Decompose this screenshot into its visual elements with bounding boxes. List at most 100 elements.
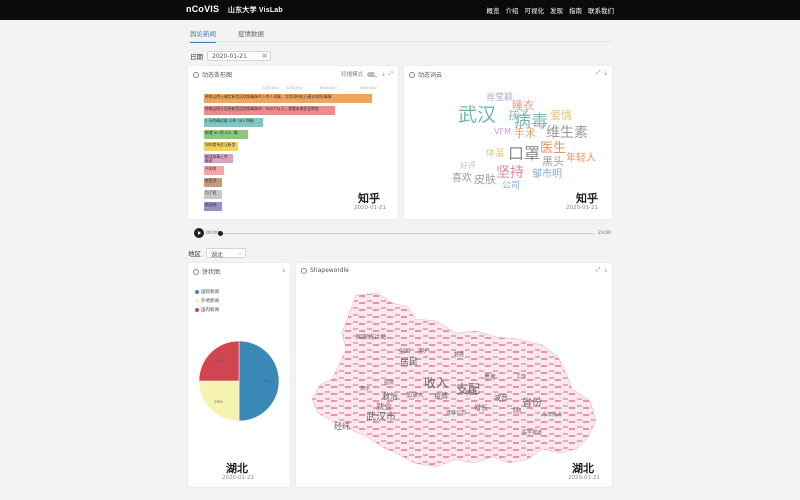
legend-item[interactable]: 国际新闻: [195, 289, 219, 295]
shape-word[interactable]: 收入: [424, 377, 448, 389]
carousel-mode-toggle[interactable]: [367, 71, 379, 77]
timeline-handle[interactable]: [218, 231, 223, 236]
bar-item[interactable]: 新冠病毒上传被迫: [204, 154, 233, 163]
shape-word[interactable]: 肺炎: [466, 391, 478, 397]
shape-word[interactable]: 省份: [522, 399, 542, 409]
shape-word[interactable]: 波音公司: [446, 411, 466, 416]
bar-item[interactable]: 钟南山院士回答新型冠状病毒肺炎：500个以上，我看未来还会增加: [204, 106, 336, 115]
shape-word[interactable]: 全国: [398, 349, 410, 355]
clock-icon: [193, 268, 199, 275]
shape-word[interactable]: 疫情: [434, 393, 448, 400]
cloud-word[interactable]: 好评: [460, 162, 476, 170]
timeline-end: 23:00: [598, 231, 611, 236]
legend-label: 国际新闻: [201, 290, 219, 295]
legend-dot: [195, 290, 199, 294]
legend-item[interactable]: 外地新闻: [195, 298, 219, 304]
legend-dot: [195, 299, 199, 303]
date-filter: 日期 2020-01-21 ▦: [190, 51, 271, 61]
bar-race-tools: 轮播模式 ⤓ ⤢: [341, 70, 393, 79]
shape-word[interactable]: 今日热点: [542, 413, 562, 418]
brand-name: nCoVIS: [186, 4, 220, 14]
bar-race-title: 动态条形图: [202, 72, 233, 79]
shape-word[interactable]: 救治: [382, 393, 398, 401]
shape-word[interactable]: 武汉市: [366, 413, 396, 423]
bar-item[interactable]: 钟南山院士确定新型冠状病毒肺炎人传人现象，北京同时也已确诊病例/事情: [204, 94, 372, 103]
bar-axis-ticks: 2000,000 4000,000 6000,000 8000,000: [202, 86, 377, 91]
shape-word[interactable]: 医院: [384, 381, 394, 386]
cloud-word[interactable]: 公司: [502, 182, 520, 191]
nav-link-visualization[interactable]: 可视化: [525, 5, 545, 15]
cloud-word[interactable]: 维生素: [546, 126, 588, 140]
region-select[interactable]: 湖北 ⌄: [206, 248, 246, 259]
pie-slice-label: 50%: [264, 379, 273, 384]
shape-word[interactable]: 工作: [516, 375, 526, 380]
word-cloud-source: 知乎: [576, 192, 598, 205]
cloud-word[interactable]: VFM: [494, 128, 511, 136]
shape-word[interactable]: 国家统计局: [356, 335, 386, 341]
shape-word[interactable]: 经纬: [334, 423, 350, 431]
cloud-word[interactable]: 体温: [486, 150, 504, 159]
shapewordle-region: 湖北: [572, 462, 594, 475]
shape-word[interactable]: 增长: [474, 405, 488, 412]
word-cloud-date: 2020-01-21: [566, 205, 598, 211]
cloud-word[interactable]: 皮肤: [474, 174, 496, 185]
cloud-word[interactable]: 武汉: [458, 106, 496, 125]
download-icon[interactable]: ⤓: [283, 267, 285, 274]
cloud-word[interactable]: 坚持: [496, 166, 524, 180]
shape-word[interactable]: 数据: [454, 353, 464, 358]
nav-link-contact[interactable]: 联系我们: [588, 5, 614, 15]
shape-word[interactable]: 加拿大: [406, 393, 424, 399]
legend-label: 外地新闻: [201, 299, 219, 304]
cloud-word[interactable]: 黑头: [542, 156, 564, 167]
cloud-word[interactable]: 医生: [540, 142, 566, 155]
axis-tick: 6000,000: [320, 86, 337, 90]
shape-word[interactable]: 客户: [418, 349, 430, 355]
timeline-track[interactable]: [220, 233, 594, 234]
brand-logo[interactable]: nCoVIS 山东大学 VisLab: [186, 4, 283, 15]
chevron-down-icon: ⌄: [237, 250, 242, 256]
bar-item[interactable]: 为了医: [204, 190, 222, 199]
nav-link-overview[interactable]: 概览: [487, 5, 500, 15]
shape-word[interactable]: 波音: [494, 395, 508, 402]
nav-link-findings[interactable]: 发现: [550, 5, 563, 15]
bar-item[interactable]: 新冠病: [204, 202, 222, 211]
pie-legend: 国际新闻 外地新闻 国内新闻: [195, 289, 219, 316]
shape-word[interactable]: 医学报道: [522, 431, 542, 436]
shape-word[interactable]: 就业: [376, 403, 392, 411]
nav-link-intro[interactable]: 介绍: [506, 5, 519, 15]
bar-race-source: 知乎: [358, 192, 380, 205]
cloud-word[interactable]: 手术: [514, 128, 536, 139]
shapewordle-card: Shapewordle ⤢ ⤓ 支配 收入 武汉市 省份 居民 就业 救治 经纬 疫情 波音 增长国…: [296, 263, 612, 487]
cloud-word[interactable]: 爱情: [550, 110, 572, 121]
bar-race-card: 动态条形图 轮播模式 ⤓ ⤢ 2000,000 4000,000 6000,00…: [188, 66, 398, 219]
pie-tools: ⤓: [283, 267, 285, 274]
bar-item[interactable]: 2 天的确诊量 公布 180 例新: [204, 118, 263, 127]
bar-item[interactable]: 新型冠: [204, 178, 222, 187]
bar-item[interactable]: 新增 90 例 SOL 确: [204, 130, 248, 139]
axis-tick: 2000,000: [262, 86, 279, 90]
shape-word[interactable]: 患者: [484, 375, 496, 381]
play-button[interactable]: [194, 228, 204, 238]
bar-item[interactable]: 不如何: [204, 166, 225, 175]
expand-icon[interactable]: ⤢: [389, 71, 393, 78]
cloud-word[interactable]: 邹市明: [532, 170, 562, 180]
calendar-icon: ▦: [262, 53, 267, 59]
download-icon[interactable]: ⤓: [382, 71, 384, 78]
region-label: 地区: [188, 250, 201, 258]
legend-item[interactable]: 国内新闻: [195, 307, 219, 313]
date-picker[interactable]: 2020-01-21 ▦: [207, 51, 271, 61]
nav-link-guide[interactable]: 指南: [569, 5, 582, 15]
date-label: 日期: [190, 53, 203, 61]
shape-word[interactable]: 飞机: [510, 409, 522, 415]
cloud-word[interactable]: 口罩: [508, 146, 540, 162]
pie-slice[interactable]: [238, 340, 280, 422]
bar-item[interactable]: 如何看待武汉新型: [204, 142, 238, 151]
pie-slice-label: 25%: [214, 358, 223, 363]
cloud-word[interactable]: 年轻人: [566, 154, 596, 164]
cloud-word[interactable]: 肖莹颖: [486, 94, 513, 103]
pie-slice-label: 25%: [214, 399, 223, 404]
shape-word[interactable]: 居民: [400, 359, 418, 368]
cloud-word[interactable]: 喜欢: [452, 174, 472, 184]
brand-lab: 山东大学 VisLab: [227, 7, 283, 14]
shape-word[interactable]: 表示: [360, 387, 370, 392]
